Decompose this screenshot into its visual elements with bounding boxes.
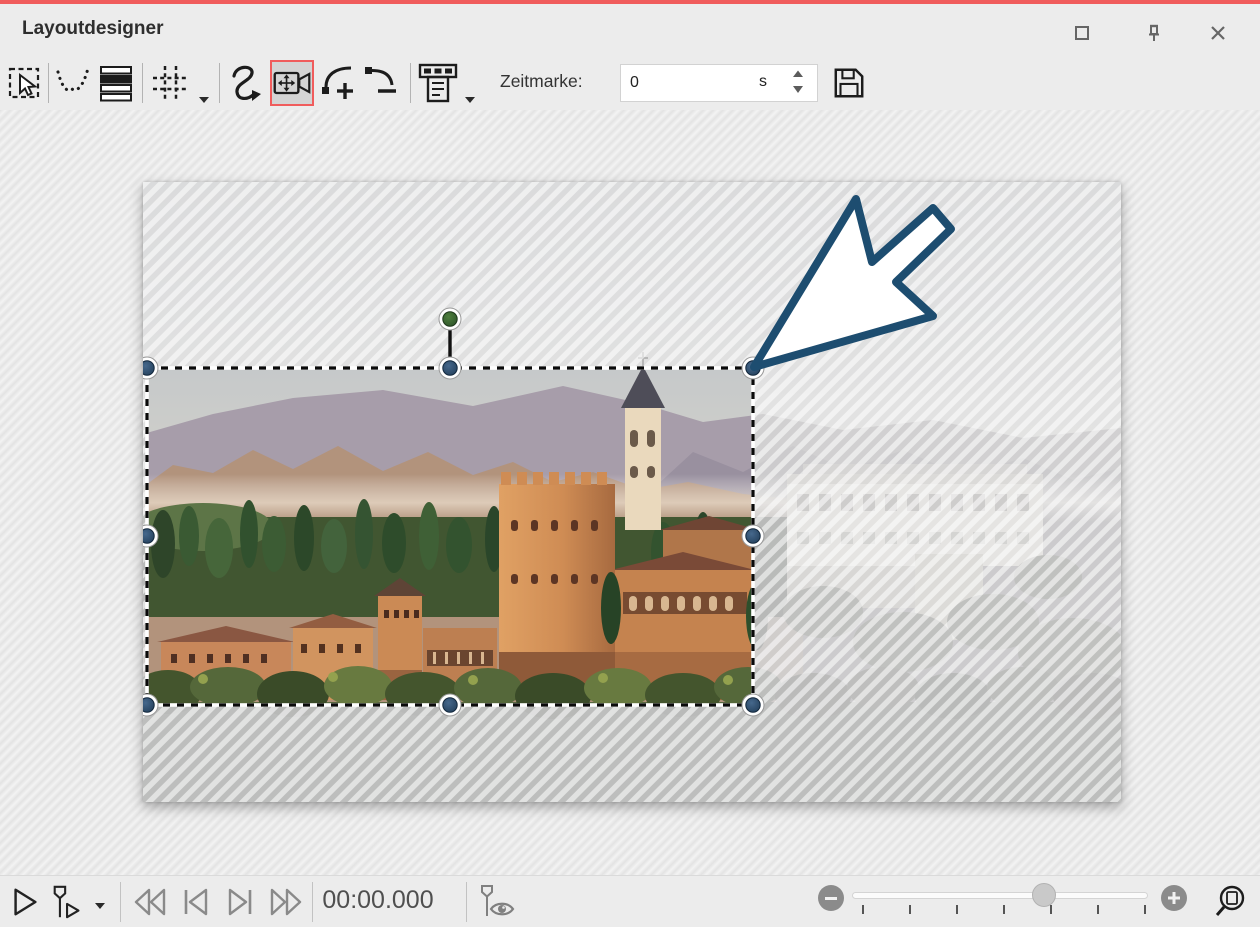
zoom-tick — [862, 905, 864, 914]
remove-keyframe-icon — [361, 61, 403, 105]
select-tool-button[interactable] — [6, 60, 44, 106]
rewind-icon — [130, 886, 170, 918]
maximize-icon — [1074, 25, 1090, 41]
keyframe-list-dropdown-caret[interactable] — [464, 92, 476, 100]
zoom-tick — [1097, 905, 1099, 914]
zeitmarke-field: s — [620, 64, 818, 102]
preview-eye-icon — [478, 882, 522, 922]
playback-toolbar: 00:00.000 — [0, 875, 1260, 927]
keyframe-list-icon — [418, 61, 458, 105]
layout-canvas[interactable] — [143, 182, 1121, 802]
zoom-tick — [956, 905, 958, 914]
save-icon — [832, 65, 866, 101]
plus-icon — [1167, 891, 1181, 905]
toolbar-separator — [466, 882, 467, 922]
toolbar-separator — [48, 63, 49, 103]
canvas-svg — [143, 182, 1121, 802]
play-options-caret[interactable] — [94, 898, 106, 906]
add-keyframe-button[interactable] — [318, 60, 360, 106]
zoom-fit-button[interactable] — [1210, 883, 1250, 921]
toolbar-separator — [120, 882, 121, 922]
handle-middle-right[interactable] — [742, 525, 764, 547]
zoom-tick — [1003, 905, 1005, 914]
motion-curve-tool-button[interactable] — [226, 60, 266, 106]
chevron-down-icon — [198, 96, 210, 104]
keyframe-list-button[interactable] — [417, 60, 459, 106]
grid-dropdown-caret[interactable] — [198, 92, 210, 100]
maximize-button[interactable] — [1067, 20, 1097, 46]
motion-path-tool-button[interactable] — [53, 60, 93, 106]
layoutdesigner-window: { "window": { "title": "Layoutdesigner",… — [0, 0, 1260, 927]
zoom-tick — [1144, 905, 1146, 914]
zoom-tick — [1050, 905, 1052, 914]
add-keyframe-icon — [318, 61, 360, 105]
skip-to-start-icon — [179, 886, 213, 918]
motion-path-icon — [53, 61, 93, 105]
camera-pan-icon — [272, 64, 312, 102]
close-button[interactable] — [1203, 20, 1233, 46]
zoom-in-button[interactable] — [1161, 885, 1187, 911]
play-icon — [9, 886, 41, 918]
preview-at-timemark-button[interactable] — [478, 881, 522, 923]
pin-button[interactable] — [1139, 20, 1169, 46]
zoom-out-button[interactable] — [818, 885, 844, 911]
camera-pan-tool-button[interactable] — [270, 60, 314, 106]
fast-forward-button[interactable] — [266, 885, 306, 919]
handle-bottom-right[interactable] — [742, 694, 764, 716]
toolbar-separator — [410, 63, 411, 103]
zoom-slider-track[interactable] — [852, 892, 1148, 899]
rotation-handle[interactable] — [439, 308, 461, 330]
fast-forward-icon — [266, 886, 306, 918]
zeitmarke-label: Zeitmarke: — [500, 71, 583, 92]
workspace — [0, 110, 1260, 875]
main-toolbar: Zeitmarke: s — [0, 56, 1260, 110]
select-tool-icon — [7, 61, 43, 105]
layers-tool-button[interactable] — [96, 60, 136, 106]
rewind-button[interactable] — [130, 885, 170, 919]
skip-to-end-button[interactable] — [222, 885, 258, 919]
play-button[interactable] — [8, 885, 42, 919]
zoom-slider-ticks — [852, 905, 1148, 917]
zeitmarke-unit: s — [759, 73, 767, 91]
layers-icon — [96, 61, 136, 105]
chevron-down-icon — [94, 902, 106, 910]
grid-icon — [148, 61, 192, 105]
skip-to-start-button[interactable] — [178, 885, 214, 919]
toolbar-separator — [312, 882, 313, 922]
handle-top-center[interactable] — [439, 357, 461, 379]
chevron-down-icon — [464, 96, 476, 104]
titlebar: Layoutdesigner — [0, 4, 1260, 56]
zoom-fit-icon — [1212, 884, 1248, 920]
close-icon — [1210, 25, 1226, 41]
zoom-slider-thumb[interactable] — [1032, 883, 1056, 907]
time-display: 00:00.000 — [320, 886, 436, 915]
handle-bottom-center[interactable] — [439, 694, 461, 716]
toolbar-separator — [142, 63, 143, 103]
grid-tool-button[interactable] — [148, 60, 192, 106]
zoom-tick — [909, 905, 911, 914]
play-from-timemark-icon — [49, 882, 87, 922]
pin-icon — [1145, 23, 1163, 43]
save-button[interactable] — [830, 60, 868, 106]
toolbar-separator — [219, 63, 220, 103]
remove-keyframe-button[interactable] — [361, 60, 403, 106]
zeitmarke-spinner[interactable] — [787, 67, 809, 99]
motion-curve-icon — [226, 61, 266, 105]
window-title: Layoutdesigner — [22, 18, 163, 40]
spinner-arrows-icon — [792, 69, 804, 95]
play-from-timemark-button[interactable] — [48, 881, 88, 923]
minus-icon — [825, 897, 837, 900]
skip-to-end-icon — [223, 886, 257, 918]
zeitmarke-input[interactable] — [621, 65, 770, 101]
